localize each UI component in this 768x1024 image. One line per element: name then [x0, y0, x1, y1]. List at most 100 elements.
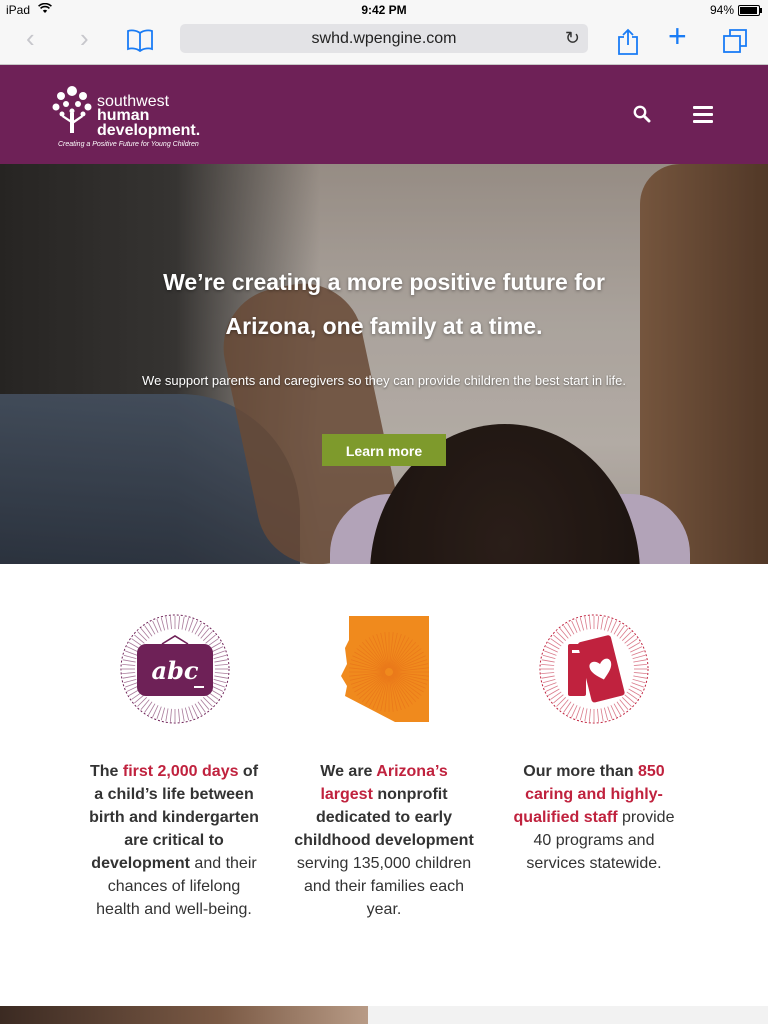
sunburst-ray: [188, 706, 194, 719]
sunburst-ray: [584, 708, 588, 722]
hamburger-menu-icon[interactable]: [693, 106, 713, 128]
sunburst-ray: [156, 706, 162, 719]
logo-line-3: development.: [97, 122, 201, 139]
sunburst-ray: [184, 707, 190, 721]
hero-headline-line-1: We’re creating a more positive future fo…: [163, 269, 605, 295]
sunburst-ray: [181, 616, 185, 630]
sunburst-ray: [122, 672, 136, 675]
sunburst-ray: [169, 616, 172, 630]
reload-icon[interactable]: ↻: [565, 28, 580, 49]
learn-more-button[interactable]: Learn more: [322, 434, 446, 466]
tree-logo-icon: [52, 86, 92, 133]
address-bar[interactable]: swhd.wpengine.com ↻: [180, 24, 588, 53]
sunburst-ray: [178, 616, 181, 630]
sunburst-ray: [165, 708, 169, 722]
sunburst-ray: [156, 619, 162, 632]
stat-text-arizona-largest: We are Arizona’s largest nonprofit dedic…: [294, 760, 474, 921]
sunburst-ray: [633, 672, 647, 675]
logo-tagline: Creating a Positive Future for Young Chi…: [58, 141, 199, 148]
sunburst-ray: [622, 631, 632, 641]
clock: 9:42 PM: [361, 3, 407, 17]
sunburst-ray: [214, 659, 228, 663]
sunburst-ray: [631, 682, 644, 688]
url-text: swhd.wpengine.com: [311, 30, 457, 47]
sunburst-ray: [584, 616, 588, 630]
browser-toolbar: ‹ › swhd.wpengine.com ↻ +: [0, 18, 768, 65]
sunburst-ray: [603, 617, 609, 631]
sunburst-ray: [214, 675, 228, 679]
sunburst-ray: [588, 708, 591, 722]
sunburst-ray: [214, 672, 228, 675]
battery-percent: 94%: [709, 3, 734, 17]
sunburst-ray: [213, 654, 227, 660]
arizona-map-icon: [341, 616, 429, 722]
sunburst-ray: [542, 654, 556, 660]
svg-text:abc: abc: [152, 656, 199, 685]
sunburst-ray: [213, 678, 227, 684]
sunburst-ray: [588, 616, 591, 630]
sunburst-ray: [178, 708, 181, 722]
hero-overlay: [0, 164, 768, 564]
sunburst-ray: [123, 678, 137, 684]
sunburst-ray: [188, 619, 194, 632]
sunburst-ray: [214, 663, 228, 666]
sunburst-ray: [541, 672, 555, 675]
sunburst-ray: [169, 708, 172, 722]
sunburst-ray: [633, 663, 647, 666]
sunburst-ray: [125, 682, 138, 688]
sunburst-ray: [212, 682, 225, 688]
sunburst-ray: [575, 706, 581, 719]
sunburst-ray: [603, 707, 609, 721]
sunburst-ray: [622, 697, 632, 707]
sunburst-ray: [597, 708, 600, 722]
hero-headline-line-2: Arizona, one family at a time.: [225, 313, 543, 339]
sunburst-ray: [633, 659, 647, 663]
sunburst-ray: [633, 675, 647, 679]
stat-text-staff: Our more than 850 caring and highly-qual…: [504, 760, 684, 875]
hero-headline: We’re creating a more positive future fo…: [0, 260, 768, 348]
tabs-icon[interactable]: [722, 28, 748, 59]
back-icon[interactable]: ‹: [26, 23, 35, 54]
bookmarks-icon[interactable]: [126, 28, 154, 57]
share-icon[interactable]: [617, 28, 639, 61]
stat-text-first-2000-days: The first 2,000 days of a child’s life b…: [84, 760, 264, 921]
sunburst-ray: [160, 617, 166, 631]
stat-1-part-0: We are: [320, 763, 377, 780]
sunburst-ray: [125, 650, 138, 656]
next-section-peek: [0, 1006, 768, 1024]
sunburst-ray: [632, 678, 646, 684]
sunburst-ray: [556, 631, 566, 641]
sunburst-ray: [542, 678, 556, 684]
sunburst-ray: [122, 659, 136, 663]
sunburst-ray: [579, 707, 585, 721]
sunburst-ray: [123, 654, 137, 660]
sunburst-ray: [203, 631, 213, 641]
sunburst-ray: [212, 650, 225, 656]
sunburst-ray: [203, 697, 213, 707]
sunburst-ray: [579, 617, 585, 631]
sunburst-ray: [544, 650, 557, 656]
sunburst-ray: [607, 706, 613, 719]
next-section-photo: [0, 1006, 368, 1024]
sunburst-ray: [541, 675, 555, 679]
site-header: southwest human development. Creating a …: [0, 65, 768, 164]
sunburst-ray: [607, 619, 613, 632]
battery-fill: [740, 7, 757, 14]
battery-icon: [738, 5, 762, 16]
stat-2-part-0: Our more than: [523, 763, 638, 780]
stats-section: abc The first 2,000 days of a child’s li…: [0, 564, 768, 1006]
sunburst-ray: [544, 682, 557, 688]
sunburst-ray: [575, 619, 581, 632]
sunburst-ray: [600, 616, 604, 630]
sunburst-ray: [165, 616, 169, 630]
search-icon[interactable]: [633, 105, 651, 128]
sunburst-ray: [631, 650, 644, 656]
abc-chalkboard-icon: abc: [120, 614, 230, 724]
hero-banner: We’re creating a more positive future fo…: [0, 164, 768, 564]
forward-icon[interactable]: ›: [80, 23, 89, 54]
new-tab-icon[interactable]: +: [668, 18, 687, 55]
hero-subtext: We support parents and caregivers so the…: [142, 373, 626, 388]
sunburst-ray: [137, 697, 147, 707]
sunburst-ray: [122, 675, 136, 679]
sunburst-ray: [122, 663, 136, 666]
